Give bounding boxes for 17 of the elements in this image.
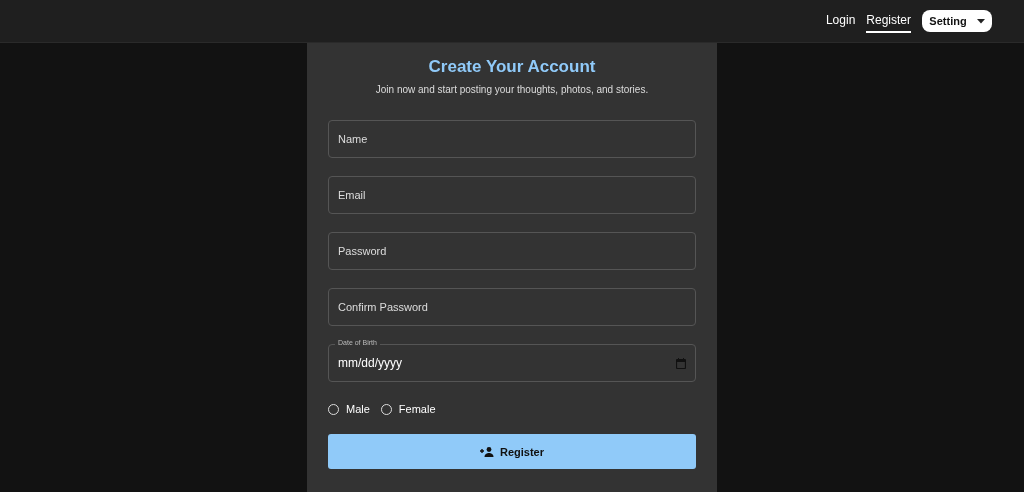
radio-label: Female	[398, 403, 436, 415]
input-field[interactable]: Password	[328, 232, 696, 270]
radio-option[interactable]: Female	[380, 403, 436, 415]
nav-link[interactable]: Login	[825, 9, 856, 33]
input-field[interactable]: Confirm Password	[328, 288, 696, 326]
input-field[interactable]: Name	[328, 120, 696, 158]
register-button[interactable]: Register	[328, 434, 696, 469]
add-person-icon	[480, 446, 494, 457]
form-title: Create Your Account	[427, 57, 597, 77]
form-subtitle: Join now and start posting your thoughts, photos, and stories.	[374, 84, 650, 95]
caret-icon	[976, 18, 985, 24]
settings-button[interactable]: Setting	[922, 10, 992, 32]
radio-label: Male	[346, 403, 370, 415]
input-field[interactable]: Email	[328, 176, 696, 214]
nav-link[interactable]: Register	[866, 9, 911, 33]
radio-option[interactable]: Male	[328, 403, 370, 415]
date-placeholder: mm/dd/yyyy	[338, 356, 402, 370]
